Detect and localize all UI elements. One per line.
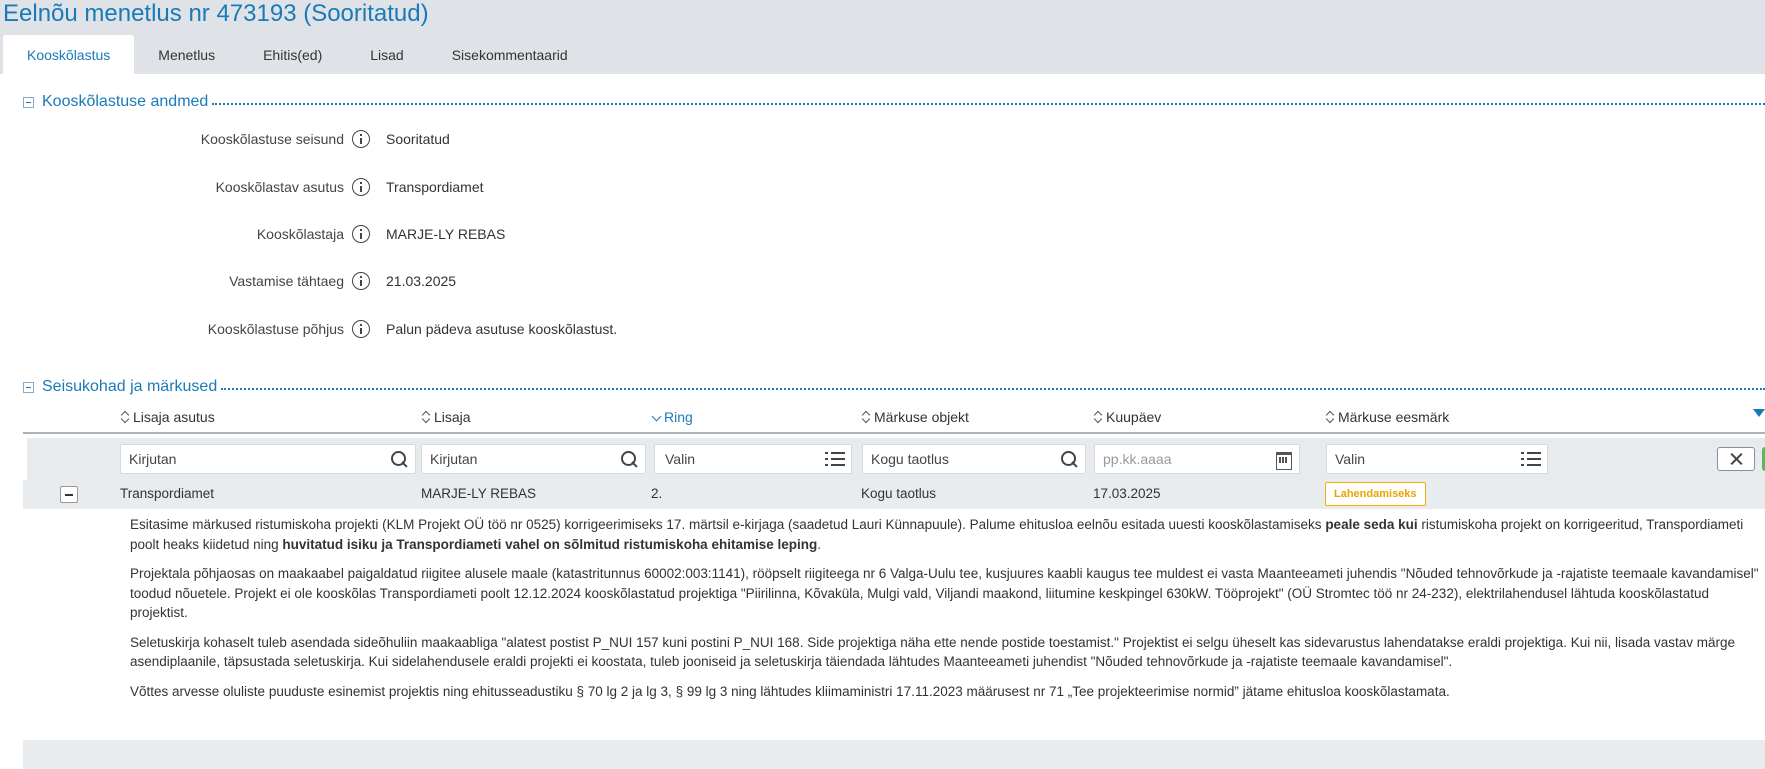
cell-kuupaev: 17.03.2025 <box>1093 486 1161 501</box>
grid-header: Lisaja asutus Lisaja Ring Märkuse objekt… <box>23 405 1765 434</box>
search-icon[interactable] <box>619 449 639 469</box>
details-section-header: Kooskõlastuse andmed <box>23 93 1765 111</box>
comment-paragraph: Võttes arvesse oluliste puuduste esinemi… <box>130 683 1450 699</box>
field-value: Sooritatud <box>386 131 450 147</box>
tab-bar: Kooskõlastus Menetlus Ehitis(ed) Lisad S… <box>3 35 592 74</box>
filter-asutus-input[interactable]: Kirjutan <box>120 444 416 474</box>
list-icon[interactable] <box>1521 449 1541 469</box>
cell-objekt: Kogu taotlus <box>861 486 937 501</box>
sort-icon <box>1325 410 1335 424</box>
column-header-lisaja[interactable]: Lisaja <box>421 409 471 425</box>
filter-placeholder: pp.kk.aaaa <box>1103 451 1172 467</box>
sort-icon <box>421 410 431 424</box>
info-icon[interactable] <box>352 320 370 338</box>
info-icon[interactable] <box>352 272 370 290</box>
collapse-icon[interactable] <box>23 96 34 108</box>
filter-lisaja-input[interactable]: Kirjutan <box>421 444 646 474</box>
filter-date-input[interactable]: pp.kk.aaaa <box>1094 444 1300 474</box>
clear-filters-button[interactable] <box>1717 447 1755 471</box>
comment-bold-text: huvitatud isiku ja Transpordiameti vahel… <box>282 536 818 552</box>
field-label: Vastamise tähtaeg <box>229 273 344 289</box>
comment-text: Esitasime märkused ristumiskoha projekti… <box>130 517 1326 532</box>
field-label: Kooskõlastuse põhjus <box>207 321 344 337</box>
tab-lisad[interactable]: Lisad <box>346 35 427 74</box>
cell-ring: 2. <box>651 486 663 501</box>
comment-bold-text: peale seda kui <box>1325 517 1418 532</box>
filter-objekt-select[interactable]: Kogu taotlus <box>862 444 1086 474</box>
tab-kooskolastus[interactable]: Kooskõlastus <box>3 35 135 74</box>
remarks-section-title[interactable]: Seisukohad ja märkused <box>42 378 217 396</box>
column-label: Märkuse objekt <box>874 409 969 425</box>
field-seisund: Kooskõlastuse seisund Sooritatud <box>0 129 900 149</box>
field-value: Transpordiamet <box>386 179 484 195</box>
field-label: Kooskõlastaja <box>256 226 344 242</box>
status-badge: Lahendamiseks <box>1325 482 1426 506</box>
field-value: 21.03.2025 <box>386 273 457 289</box>
field-asutus: Kooskõlastav asutus Transpordiamet <box>0 177 900 197</box>
remark-comment-text: Esitasime märkused ristumiskoha projekti… <box>130 515 1765 711</box>
sort-icon <box>120 410 130 424</box>
table-row[interactable] <box>23 740 1765 769</box>
filter-placeholder: Kirjutan <box>129 451 177 467</box>
column-label: Kuupäev <box>1106 409 1162 425</box>
comment-text: . <box>817 536 821 552</box>
column-header-eesmark[interactable]: Märkuse eesmärk <box>1325 409 1449 425</box>
filter-placeholder: Kogu taotlus <box>871 451 949 467</box>
sort-icon <box>861 410 871 424</box>
cell-lisaja: MARJE-LY REBAS <box>421 486 537 501</box>
filter-placeholder: Kirjutan <box>430 451 478 467</box>
comment-paragraph: Projektala põhjaosas on maakaabel paigal… <box>130 566 1759 620</box>
filter-eesmark-select[interactable]: Valin <box>1326 444 1548 474</box>
details-section-title[interactable]: Kooskõlastuse andmed <box>42 93 208 111</box>
table-row[interactable]: Transpordiamet MARJE-LY REBAS 2. Kogu ta… <box>23 480 1765 509</box>
field-value: Palun pädeva asutuse kooskõlastust. <box>386 321 618 337</box>
search-icon[interactable] <box>1059 449 1079 469</box>
cell-asutus: Transpordiamet <box>120 486 215 501</box>
section-divider <box>221 388 1765 390</box>
column-header-ring[interactable]: Ring <box>651 409 693 425</box>
column-header-objekt[interactable]: Märkuse objekt <box>861 409 969 425</box>
filter-placeholder: Valin <box>1335 451 1366 467</box>
calendar-icon[interactable] <box>1273 449 1293 470</box>
field-pohjus: Kooskõlastuse põhjus Palun pädeva asutus… <box>0 319 900 339</box>
column-header-kuupaev[interactable]: Kuupäev <box>1093 409 1161 425</box>
sort-desc-icon <box>651 410 661 424</box>
column-label: Märkuse eesmärk <box>1338 409 1450 425</box>
field-kooskolastaja: Kooskõlastaja MARJE-LY REBAS <box>0 224 900 244</box>
comment-paragraph: Esitasime märkused ristumiskoha projekti… <box>130 515 1765 554</box>
tab-ehitised[interactable]: Ehitis(ed) <box>239 35 346 74</box>
header-bar: Eelnõu menetlus nr 473193 (Sooritatud) K… <box>0 0 1765 74</box>
filter-row: Kirjutan Kirjutan Valin Kogu taotlus pp.… <box>27 438 1765 480</box>
column-header-asutus[interactable]: Lisaja asutus <box>120 409 215 425</box>
field-label: Kooskõlastuse seisund <box>200 131 344 147</box>
filter-ring-select[interactable]: Valin <box>654 444 852 474</box>
field-tahtaeg: Vastamise tähtaeg 21.03.2025 <box>0 271 900 291</box>
info-icon[interactable] <box>352 178 370 196</box>
section-divider <box>212 103 1765 105</box>
list-icon[interactable] <box>825 449 845 469</box>
comment-paragraph: Seletuskirja kohaselt tuleb asendada sid… <box>130 634 1736 670</box>
column-label: Lisaja asutus <box>133 409 215 425</box>
collapse-icon[interactable] <box>23 381 34 393</box>
tab-sisekommentaarid[interactable]: Sisekommentaarid <box>428 35 592 74</box>
search-icon[interactable] <box>389 449 409 469</box>
column-label: Lisaja <box>434 409 471 425</box>
field-value: MARJE-LY REBAS <box>386 226 506 242</box>
info-icon[interactable] <box>352 130 370 148</box>
tab-menetlus[interactable]: Menetlus <box>134 35 239 74</box>
field-label: Kooskõlastav asutus <box>215 179 344 195</box>
sort-icon <box>1093 410 1103 424</box>
filter-placeholder: Valin <box>665 451 696 467</box>
collapse-row-button[interactable] <box>60 486 78 503</box>
column-label: Ring <box>664 409 693 425</box>
filter-toggle-icon[interactable] <box>1753 409 1765 417</box>
remarks-section-header: Seisukohad ja märkused <box>23 378 1765 396</box>
page-title: Eelnõu menetlus nr 473193 (Sooritatud) <box>3 0 429 27</box>
info-icon[interactable] <box>352 225 370 243</box>
